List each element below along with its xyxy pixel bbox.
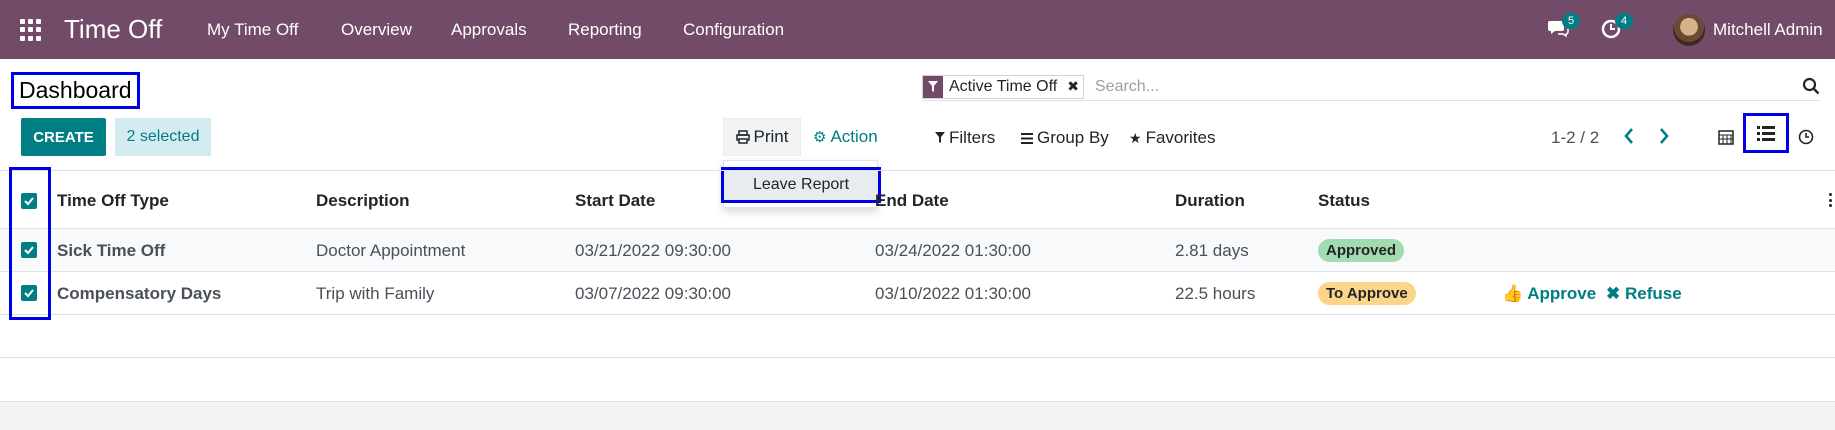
app-title[interactable]: Time Off <box>64 14 162 45</box>
menu-my-time-off[interactable]: My Time Off <box>207 20 298 40</box>
cell-type: Sick Time Off <box>57 241 166 260</box>
cell-duration: 22.5 hours <box>1175 284 1256 303</box>
column-header-duration[interactable]: Duration <box>1175 191 1245 211</box>
list-view-icon[interactable] <box>1743 113 1789 153</box>
table-row[interactable]: Compensatory Days Trip with Family 03/07… <box>0 272 1835 315</box>
column-header-end-date[interactable]: End Date <box>875 191 949 211</box>
search-icon[interactable] <box>1802 77 1820 95</box>
empty-row <box>0 316 1835 358</box>
column-options-icon[interactable] <box>1829 193 1833 207</box>
group-by-button[interactable]: Group By <box>1021 128 1109 148</box>
activity-view-icon[interactable] <box>1793 124 1819 150</box>
action-button[interactable]: ⚙ Action <box>813 118 878 156</box>
cell-description: Doctor Appointment <box>316 241 466 260</box>
print-button[interactable]: Print <box>723 118 801 156</box>
search-bar: Active Time Off ✖ Search... <box>922 73 1820 101</box>
search-facet: Active Time Off ✖ <box>922 75 1084 99</box>
thumbs-up-icon: 👍 <box>1502 284 1524 303</box>
cell-duration: 2.81 days <box>1175 241 1249 260</box>
status-badge: To Approve <box>1318 282 1416 305</box>
refuse-button[interactable]: ✖ Refuse <box>1606 284 1682 304</box>
filters-button[interactable]: Filters <box>935 128 995 148</box>
column-header-status[interactable]: Status <box>1318 191 1370 211</box>
user-avatar[interactable] <box>1673 14 1705 46</box>
pager-next-icon[interactable] <box>1658 126 1670 152</box>
search-facet-label: Active Time Off <box>949 78 1058 95</box>
filters-label: Filters <box>949 128 996 147</box>
cell-start-date: 03/07/2022 09:30:00 <box>575 284 731 303</box>
column-header-description[interactable]: Description <box>316 191 410 211</box>
print-label: Print <box>753 127 789 146</box>
cell-description: Trip with Family <box>316 284 435 303</box>
pager-previous-icon[interactable] <box>1623 126 1635 152</box>
table-header: Time Off Type Description Start Date End… <box>0 170 1835 229</box>
cell-start-date: 03/21/2022 09:30:00 <box>575 241 731 260</box>
selected-count: 2 selected <box>115 118 211 156</box>
menu-approvals[interactable]: Approvals <box>451 20 527 40</box>
activities-count-badge: 4 <box>1615 13 1634 29</box>
star-icon: ★ <box>1129 129 1142 146</box>
top-navbar: Time Off My Time Off Overview Approvals … <box>0 0 1835 59</box>
apps-menu-icon[interactable] <box>20 19 42 41</box>
status-badge: Approved <box>1318 239 1405 262</box>
column-header-start-date[interactable]: Start Date <box>575 191 655 211</box>
user-menu[interactable]: Mitchell Admin <box>1713 20 1823 40</box>
menu-configuration[interactable]: Configuration <box>683 20 784 40</box>
calendar-view-icon[interactable] <box>1713 124 1739 150</box>
filter-icon <box>935 132 945 143</box>
remove-facet-icon[interactable]: ✖ <box>1063 76 1083 98</box>
column-header-type[interactable]: Time Off Type <box>57 191 169 211</box>
menu-reporting[interactable]: Reporting <box>568 20 642 40</box>
table-footer <box>0 401 1835 430</box>
filter-icon <box>923 76 943 98</box>
printer-icon <box>735 130 750 144</box>
table-row[interactable]: Sick Time Off Doctor Appointment 03/21/2… <box>0 229 1835 272</box>
group-by-label: Group By <box>1037 128 1109 147</box>
activities-button[interactable]: 4 <box>1600 13 1634 44</box>
cell-end-date: 03/24/2022 01:30:00 <box>875 241 1031 260</box>
approve-button[interactable]: 👍 Approve <box>1502 284 1596 304</box>
refuse-label: Refuse <box>1624 284 1682 303</box>
search-input[interactable]: Search... <box>1095 78 1159 96</box>
close-icon: ✖ <box>1606 284 1621 303</box>
page-title: Dashboard <box>11 72 140 109</box>
messages-button[interactable]: 5 <box>1547 13 1581 44</box>
pager-value[interactable]: 1-2 / 2 <box>1551 128 1599 148</box>
favorites-label: Favorites <box>1145 128 1216 147</box>
messages-count-badge: 5 <box>1562 13 1581 29</box>
gear-icon: ⚙ <box>813 129 827 146</box>
approve-label: Approve <box>1527 284 1597 303</box>
create-button[interactable]: CREATE <box>21 118 106 156</box>
bars-icon <box>1021 132 1033 144</box>
cell-type: Compensatory Days <box>57 284 222 303</box>
menu-overview[interactable]: Overview <box>341 20 412 40</box>
checkbox-column-highlight <box>9 167 51 320</box>
cell-end-date: 03/10/2022 01:30:00 <box>875 284 1031 303</box>
action-label: Action <box>830 127 878 146</box>
favorites-button[interactable]: ★ Favorites <box>1129 128 1215 148</box>
